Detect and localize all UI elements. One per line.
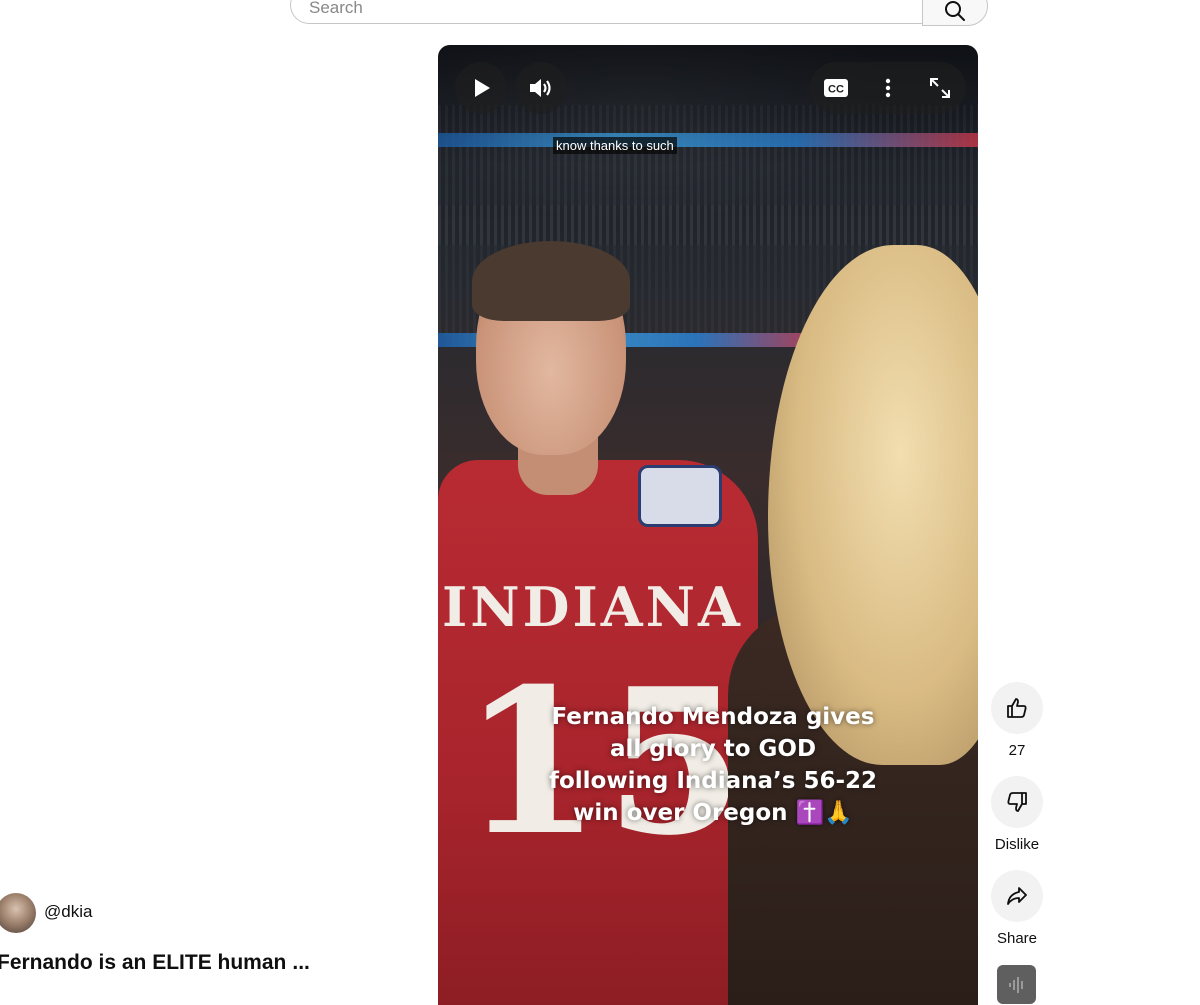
player-controls-right: CC [810, 62, 966, 114]
dislike-action: Dislike [990, 776, 1044, 853]
share-button[interactable] [991, 870, 1043, 922]
search-button[interactable] [922, 0, 988, 26]
channel-handle[interactable]: @dkia [44, 902, 92, 922]
overlay-line: Fernando Mendoza gives [551, 704, 875, 730]
share-label: Share [996, 930, 1038, 947]
fullscreen-icon [930, 78, 950, 98]
overlay-line: following Indiana’s 56-22 [548, 768, 878, 794]
captions-button[interactable]: CC [810, 62, 862, 114]
search-icon [945, 1, 965, 21]
play-button[interactable] [455, 62, 507, 114]
like-action: 27 [990, 682, 1044, 759]
cc-label: CC [828, 84, 844, 96]
search-input[interactable] [290, 0, 922, 24]
like-button[interactable] [991, 682, 1043, 734]
channel-avatar[interactable] [0, 893, 36, 933]
share-action: Share [990, 870, 1044, 947]
closed-caption-text: know thanks to such [553, 137, 677, 154]
more-vert-icon [885, 78, 891, 98]
thumbs-down-icon [1007, 792, 1027, 812]
sound-thumbnail[interactable] [997, 965, 1036, 1004]
audio-wave-icon [1008, 976, 1023, 993]
overlay-line: all glory to GOD [609, 736, 817, 762]
share-icon [1007, 887, 1027, 905]
video-overlay-text: Fernando Mendoza gives all glory to GOD … [438, 701, 978, 829]
dislike-label: Dislike [994, 836, 1040, 853]
play-icon [475, 79, 490, 97]
fullscreen-button[interactable] [914, 62, 966, 114]
search-bar [290, 0, 988, 26]
jersey-patch [638, 465, 722, 527]
cc-icon: CC [824, 79, 848, 97]
video-title[interactable]: Fernando is an ELITE human... [0, 951, 310, 975]
more-options-button[interactable] [862, 62, 914, 114]
overlay-line: win over Oregon ✝️🙏 [573, 800, 853, 826]
video-player[interactable]: INDIANA 15 CC know thanks to such Fernan… [438, 45, 978, 1005]
video-title-text: Fernando is an ELITE human [0, 951, 287, 974]
player-hair [472, 241, 630, 321]
thumbs-up-icon [1007, 698, 1027, 718]
dislike-button[interactable] [991, 776, 1043, 828]
volume-button[interactable] [515, 62, 567, 114]
title-more[interactable]: ... [292, 951, 310, 974]
like-count: 27 [1008, 742, 1026, 759]
volume-icon [530, 79, 551, 97]
jersey-text: INDIANA [442, 575, 743, 639]
